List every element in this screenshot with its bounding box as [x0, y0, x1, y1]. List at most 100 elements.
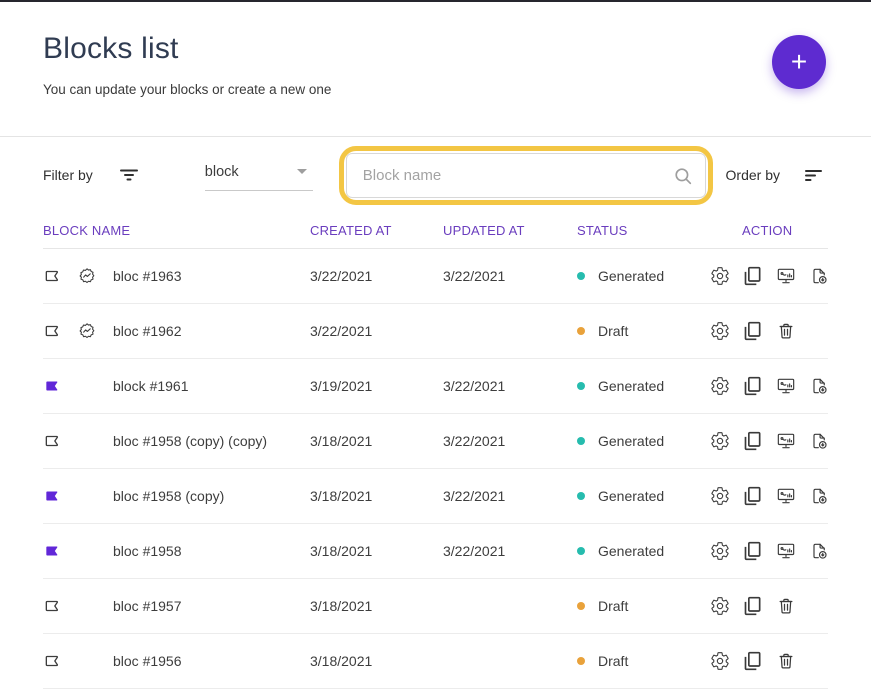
preview-chart-icon[interactable]: [776, 266, 796, 286]
blocks-table: BLOCK NAME CREATED AT UPDATED AT STATUS …: [0, 213, 871, 689]
table-row: bloc #1958 (copy) (copy)3/18/20213/22/20…: [43, 414, 828, 469]
status-label: Generated: [598, 433, 664, 449]
block-name-text: block #1961: [113, 378, 189, 394]
filter-lines-icon[interactable]: [117, 163, 141, 187]
block-name-text: bloc #1958 (copy): [113, 488, 224, 504]
table-row: bloc #19633/22/20213/22/2021Generated: [43, 249, 828, 304]
block-name-cell: bloc #1962: [43, 321, 310, 341]
filter-type-select-value: block: [205, 164, 239, 180]
status-label: Generated: [598, 488, 664, 504]
status-cell: Draft: [577, 653, 710, 669]
order-by-group: Order by: [726, 163, 826, 187]
add-block-button[interactable]: +: [772, 35, 826, 89]
settings-icon[interactable]: [710, 651, 730, 671]
search-highlight-ring: [339, 146, 713, 205]
block-name-cell: bloc #1957: [43, 596, 310, 616]
block-label-outlined-icon: [43, 321, 63, 341]
page-subtitle: You can update your blocks or create a n…: [43, 82, 828, 97]
magnifier-icon: [672, 165, 694, 187]
updated-at-cell: 3/22/2021: [443, 543, 577, 559]
settings-icon[interactable]: [710, 266, 730, 286]
created-at-cell: 3/18/2021: [310, 543, 443, 559]
block-name-cell: bloc #1958: [43, 541, 310, 561]
copy-icon[interactable]: [743, 266, 763, 286]
block-label-outlined-icon: [43, 431, 63, 451]
copy-icon[interactable]: [743, 321, 763, 341]
block-label-filled-icon: [43, 376, 63, 396]
block-name-text: bloc #1963: [113, 268, 182, 284]
status-dot-icon: [577, 602, 585, 610]
updated-at-cell: 3/22/2021: [443, 433, 577, 449]
action-cell: [710, 651, 828, 671]
column-header-action: ACTION: [710, 223, 828, 238]
filter-by-group: Filter by: [43, 163, 141, 187]
block-name-text: bloc #1962: [113, 323, 182, 339]
action-cell: [710, 266, 829, 286]
trash-icon[interactable]: [776, 321, 796, 341]
download-file-icon[interactable]: [809, 376, 829, 396]
block-name-cell: bloc #1958 (copy): [43, 486, 310, 506]
preview-chart-icon[interactable]: [776, 431, 796, 451]
settings-icon[interactable]: [710, 321, 730, 341]
status-dot-icon: [577, 437, 585, 445]
column-header-status: STATUS: [577, 223, 710, 238]
block-label-outlined-icon: [43, 651, 63, 671]
settings-icon[interactable]: [710, 376, 730, 396]
status-label: Draft: [598, 323, 628, 339]
created-at-cell: 3/18/2021: [310, 653, 443, 669]
filter-by-label: Filter by: [43, 167, 93, 183]
status-cell: Generated: [577, 543, 710, 559]
copy-icon[interactable]: [743, 541, 763, 561]
created-at-cell: 3/18/2021: [310, 488, 443, 504]
copy-icon[interactable]: [743, 376, 763, 396]
block-label-outlined-icon: [43, 596, 63, 616]
stamp-icon: [77, 266, 97, 286]
block-name-cell: bloc #1956: [43, 651, 310, 671]
download-file-icon[interactable]: [809, 486, 829, 506]
table-row: bloc #19583/18/20213/22/2021 Generated: [43, 524, 828, 579]
block-name-search-input[interactable]: [346, 153, 706, 198]
status-label: Draft: [598, 598, 628, 614]
table-header-row: BLOCK NAME CREATED AT UPDATED AT STATUS …: [43, 213, 828, 249]
status-cell: Generated: [577, 433, 710, 449]
order-by-label: Order by: [726, 167, 780, 183]
trash-icon[interactable]: [776, 596, 796, 616]
trash-icon[interactable]: [776, 651, 796, 671]
status-dot-icon: [577, 272, 585, 280]
status-cell: Generated: [577, 268, 710, 284]
settings-icon[interactable]: [710, 541, 730, 561]
copy-icon[interactable]: [743, 651, 763, 671]
download-file-icon[interactable]: [809, 541, 829, 561]
preview-chart-icon[interactable]: [776, 486, 796, 506]
settings-icon[interactable]: [710, 431, 730, 451]
page-title: Blocks list: [43, 32, 828, 66]
action-cell: [710, 321, 828, 341]
settings-icon[interactable]: [710, 596, 730, 616]
status-cell: Draft: [577, 598, 710, 614]
download-file-icon[interactable]: [809, 266, 829, 286]
download-file-icon[interactable]: [809, 431, 829, 451]
sort-lines-icon[interactable]: [802, 163, 826, 187]
copy-icon[interactable]: [743, 486, 763, 506]
created-at-cell: 3/18/2021: [310, 433, 443, 449]
block-name-cell: bloc #1958 (copy) (copy): [43, 431, 310, 451]
block-name-cell: block #1961: [43, 376, 310, 396]
status-label: Generated: [598, 378, 664, 394]
settings-icon[interactable]: [710, 486, 730, 506]
created-at-cell: 3/19/2021: [310, 378, 443, 394]
preview-chart-icon[interactable]: [776, 541, 796, 561]
preview-chart-icon[interactable]: [776, 376, 796, 396]
block-label-filled-icon: [43, 541, 63, 561]
block-label-filled-icon: [43, 486, 63, 506]
action-cell: [710, 596, 828, 616]
status-dot-icon: [577, 547, 585, 555]
status-dot-icon: [577, 327, 585, 335]
status-cell: Draft: [577, 323, 710, 339]
status-label: Generated: [598, 543, 664, 559]
created-at-cell: 3/18/2021: [310, 598, 443, 614]
status-dot-icon: [577, 492, 585, 500]
filter-type-select[interactable]: block: [205, 160, 313, 191]
table-row: bloc #19623/22/2021Draft: [43, 304, 828, 359]
copy-icon[interactable]: [743, 431, 763, 451]
copy-icon[interactable]: [743, 596, 763, 616]
